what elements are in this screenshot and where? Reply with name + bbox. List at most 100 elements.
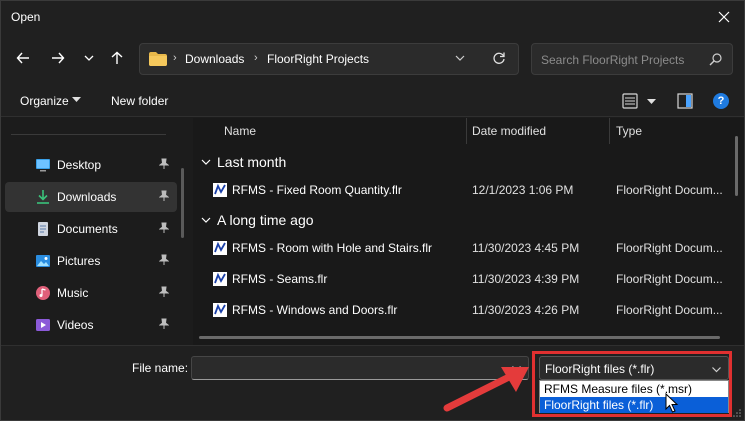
file-row[interactable]: RFMS - Room with Hole and Stairs.flr 11/… [193,234,727,262]
sidebar-item-downloads[interactable]: Downloads [5,182,177,212]
sidebar-item-label: Desktop [57,158,102,172]
file-name: RFMS - Windows and Doors.flr [232,303,398,317]
sidebar-item-music[interactable]: Music [5,278,177,308]
resize-grip-icon[interactable] [732,408,742,418]
arrow-left-icon [16,52,29,64]
close-button[interactable] [712,5,736,29]
chevron-down-icon [201,159,211,165]
address-bar[interactable]: › Downloads › FloorRight Projects [139,43,519,75]
navigation-pane: Desktop Downloads Documents Pictures Mus… [1,118,192,345]
file-row[interactable]: RFMS - Fixed Room Quantity.flr 12/1/2023… [193,176,727,204]
view-options-icon[interactable] [622,93,658,109]
column-header-type[interactable]: Type [616,124,642,138]
file-date: 11/30/2023 4:45 PM [472,241,580,255]
music-icon [36,286,50,300]
file-date: 11/30/2023 4:39 PM [472,272,580,286]
documents-icon [38,222,48,236]
file-date: 11/30/2023 4:26 PM [472,303,580,317]
organize-button[interactable]: Organize [20,94,69,108]
file-list: Name Date modified Type Last month RFMS … [193,118,744,345]
file-name-area: File name: FloorRight files (*.flr) RFMS… [1,345,744,420]
recent-locations-button[interactable] [78,47,100,69]
folder-icon [149,52,167,66]
file-type-selected: FloorRight files (*.flr) [545,362,655,376]
forward-button[interactable] [47,47,69,69]
file-type: FloorRight Docum... [616,241,723,255]
pin-icon [159,190,169,201]
sidebar-item-documents[interactable]: Documents [5,214,177,244]
horizontal-scrollbar[interactable] [199,336,720,339]
annotation-arrow-icon [443,367,529,412]
pin-icon [159,158,169,169]
pin-icon [159,254,169,265]
pin-icon [159,222,169,233]
arrow-right-icon [52,52,65,64]
sidebar-item-label: Documents [57,222,118,236]
mouse-cursor-icon [665,393,679,413]
file-name-label: File name: [132,361,189,375]
file-name: RFMS - Room with Hole and Stairs.flr [232,241,433,255]
download-icon [37,190,49,204]
chevron-down-icon [201,217,211,223]
file-type-option-flr[interactable]: FloorRight files (*.flr) [540,397,728,413]
navigation-bar: › Downloads › FloorRight Projects Search… [1,33,744,85]
up-button[interactable] [106,47,128,69]
file-date: 12/1/2023 1:06 PM [472,183,574,197]
breadcrumb-separator: › [173,52,177,64]
chevron-down-icon [712,367,721,373]
sidebar-item-pictures[interactable]: Pictures [5,246,177,276]
sidebar-item-label: Videos [57,318,94,332]
sidebar-scrollbar[interactable] [181,168,184,238]
file-type: FloorRight Docum... [616,272,723,286]
help-icon[interactable]: ? [713,93,729,109]
file-name: RFMS - Fixed Room Quantity.flr [232,183,402,197]
file-type-option-msr[interactable]: RFMS Measure files (*.msr) [540,381,728,397]
sidebar-item-label: Music [57,286,89,300]
breadcrumb-separator: › [254,52,258,64]
file-row[interactable]: RFMS - Seams.flr 11/30/2023 4:39 PM Floo… [193,265,727,293]
desktop-icon [36,159,50,172]
flr-file-icon [213,272,227,286]
group-header-long-time-ago[interactable]: A long time ago [201,212,314,228]
group-header-last-month[interactable]: Last month [201,154,286,170]
preview-pane-icon[interactable] [677,93,693,109]
sidebar-item-desktop[interactable]: Desktop [5,150,177,180]
new-folder-button[interactable]: New folder [111,94,168,108]
vertical-scrollbar[interactable] [735,136,738,196]
command-bar: Organize New folder ? [1,85,744,117]
refresh-icon[interactable] [492,51,506,65]
file-type: FloorRight Docum... [616,303,723,317]
caret-down-icon[interactable] [72,95,81,104]
flr-file-icon [213,241,227,255]
window-title: Open [11,10,41,24]
column-header-date[interactable]: Date modified [472,124,546,138]
file-type-select[interactable]: FloorRight files (*.flr) [539,356,729,380]
file-row[interactable]: RFMS - Windows and Doors.flr 11/30/2023 … [193,296,727,324]
file-type: FloorRight Docum... [616,183,723,197]
search-input[interactable]: Search FloorRight Projects [541,53,684,67]
flr-file-icon [213,183,227,197]
column-divider[interactable] [609,118,610,144]
search-icon [709,53,722,66]
group-label: Last month [217,154,287,170]
chevron-down-icon[interactable] [454,52,466,64]
flr-file-icon [213,303,227,317]
column-header-name[interactable]: Name [224,124,256,138]
file-type-dropdown-list: RFMS Measure files (*.msr) FloorRight fi… [539,380,729,413]
pin-icon [159,286,169,297]
file-name: RFMS - Seams.flr [232,272,328,286]
column-divider[interactable] [466,118,467,144]
back-button[interactable] [12,47,34,69]
videos-icon [36,319,50,331]
breadcrumb-downloads[interactable]: Downloads [185,52,244,66]
pin-icon [159,318,169,329]
chevron-down-icon [84,55,94,61]
pictures-icon [36,255,50,267]
sidebar-item-videos[interactable]: Videos [5,310,177,340]
sidebar-item-label: Pictures [57,254,101,268]
title-bar: Open [1,1,744,33]
search-box[interactable]: Search FloorRight Projects [531,43,733,75]
breadcrumb-floorright-projects[interactable]: FloorRight Projects [267,52,369,66]
open-dialog: Open › Downloads › FloorRight Projects S… [0,0,745,421]
arrow-up-icon [111,51,123,64]
